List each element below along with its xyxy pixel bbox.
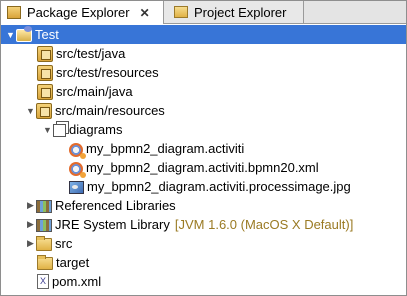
folder-icon bbox=[36, 236, 52, 251]
tree-item-processimage-jpg[interactable]: my_bpmn2_diagram.activiti.processimage.j… bbox=[1, 177, 351, 196]
tree-item-src-main-java[interactable]: src/main/java bbox=[1, 82, 133, 101]
source-package-icon bbox=[37, 64, 53, 81]
xml-file-icon: X bbox=[37, 274, 49, 289]
tree-item-label: diagrams bbox=[69, 122, 123, 137]
tree-item-referenced-libraries[interactable]: ▶ Referenced Libraries bbox=[1, 196, 176, 215]
package-explorer-view: Package Explorer ✕ Project Explorer ▼ Te… bbox=[0, 0, 407, 296]
expand-arrow-icon[interactable]: ▼ bbox=[42, 120, 53, 139]
library-icon bbox=[36, 219, 52, 232]
folder-icon bbox=[37, 255, 53, 270]
package-icon bbox=[53, 124, 66, 137]
close-icon[interactable]: ✕ bbox=[140, 6, 150, 20]
image-file-icon bbox=[69, 181, 84, 194]
tree-item-label: src/test/resources bbox=[56, 65, 159, 80]
tree-item-bpmn20-xml[interactable]: my_bpmn2_diagram.activiti.bpmn20.xml bbox=[1, 158, 319, 178]
project-explorer-icon bbox=[174, 6, 188, 18]
tree-item-label: my_bpmn2_diagram.activiti bbox=[86, 141, 245, 156]
tree-item-label: target bbox=[56, 255, 90, 270]
tree-item-label: Test bbox=[35, 27, 59, 42]
source-package-icon bbox=[37, 45, 53, 62]
tree-item-src-main-resources[interactable]: ▼ src/main/resources bbox=[1, 101, 165, 120]
tree-item-test-project[interactable]: ▼ Test bbox=[1, 25, 406, 44]
tree-item-label: JRE System Library bbox=[55, 217, 170, 232]
project-icon bbox=[16, 26, 32, 42]
tab-label: Project Explorer bbox=[194, 4, 287, 20]
expand-arrow-icon[interactable]: ▶ bbox=[25, 196, 36, 215]
expand-arrow-icon[interactable]: ▶ bbox=[25, 215, 36, 234]
tree-item-label: src/test/java bbox=[56, 46, 126, 61]
tree-item-target[interactable]: target bbox=[1, 253, 89, 272]
tab-package-explorer[interactable]: Package Explorer ✕ bbox=[1, 1, 164, 24]
tree-item-diagrams[interactable]: ▼ diagrams bbox=[1, 120, 122, 139]
tree-item-label: my_bpmn2_diagram.activiti.bpmn20.xml bbox=[86, 160, 319, 175]
tree-item-jre-system-library[interactable]: ▶ JRE System Library [JVM 1.6.0 (MacOS X… bbox=[1, 215, 353, 234]
tree-item-pom-xml[interactable]: X pom.xml bbox=[1, 272, 101, 291]
expand-arrow-icon[interactable]: ▼ bbox=[25, 101, 36, 120]
tree-item-src[interactable]: ▶ src bbox=[1, 234, 72, 253]
tree-item-src-test-java[interactable]: src/test/java bbox=[1, 44, 125, 63]
tree-item-label: my_bpmn2_diagram.activiti.processimage.j… bbox=[87, 179, 351, 194]
library-icon bbox=[36, 200, 52, 213]
tree-item-label: Referenced Libraries bbox=[55, 198, 176, 213]
tree-item-label: src/main/resources bbox=[55, 103, 165, 118]
bpmn-diagram-icon bbox=[69, 142, 86, 159]
tree-item-src-test-resources[interactable]: src/test/resources bbox=[1, 63, 159, 82]
expand-arrow-icon[interactable]: ▶ bbox=[25, 234, 36, 253]
expand-arrow-icon[interactable]: ▼ bbox=[5, 25, 16, 44]
tab-project-explorer[interactable]: Project Explorer bbox=[164, 1, 304, 23]
tab-label: Package Explorer bbox=[27, 5, 130, 20]
bpmn-diagram-icon bbox=[69, 161, 86, 178]
tree-item-bpmn-diagram[interactable]: my_bpmn2_diagram.activiti bbox=[1, 139, 245, 159]
tree-item-label: src bbox=[55, 236, 73, 251]
tree-item-label: src/main/java bbox=[56, 84, 133, 99]
jvm-decoration: [JVM 1.6.0 (MacOS X Default)] bbox=[174, 217, 354, 232]
source-package-icon bbox=[36, 102, 52, 119]
tree-item-label: pom.xml bbox=[52, 274, 102, 289]
package-explorer-icon bbox=[7, 6, 21, 19]
view-tab-bar: Package Explorer ✕ Project Explorer bbox=[1, 1, 406, 24]
source-package-icon bbox=[37, 83, 53, 100]
